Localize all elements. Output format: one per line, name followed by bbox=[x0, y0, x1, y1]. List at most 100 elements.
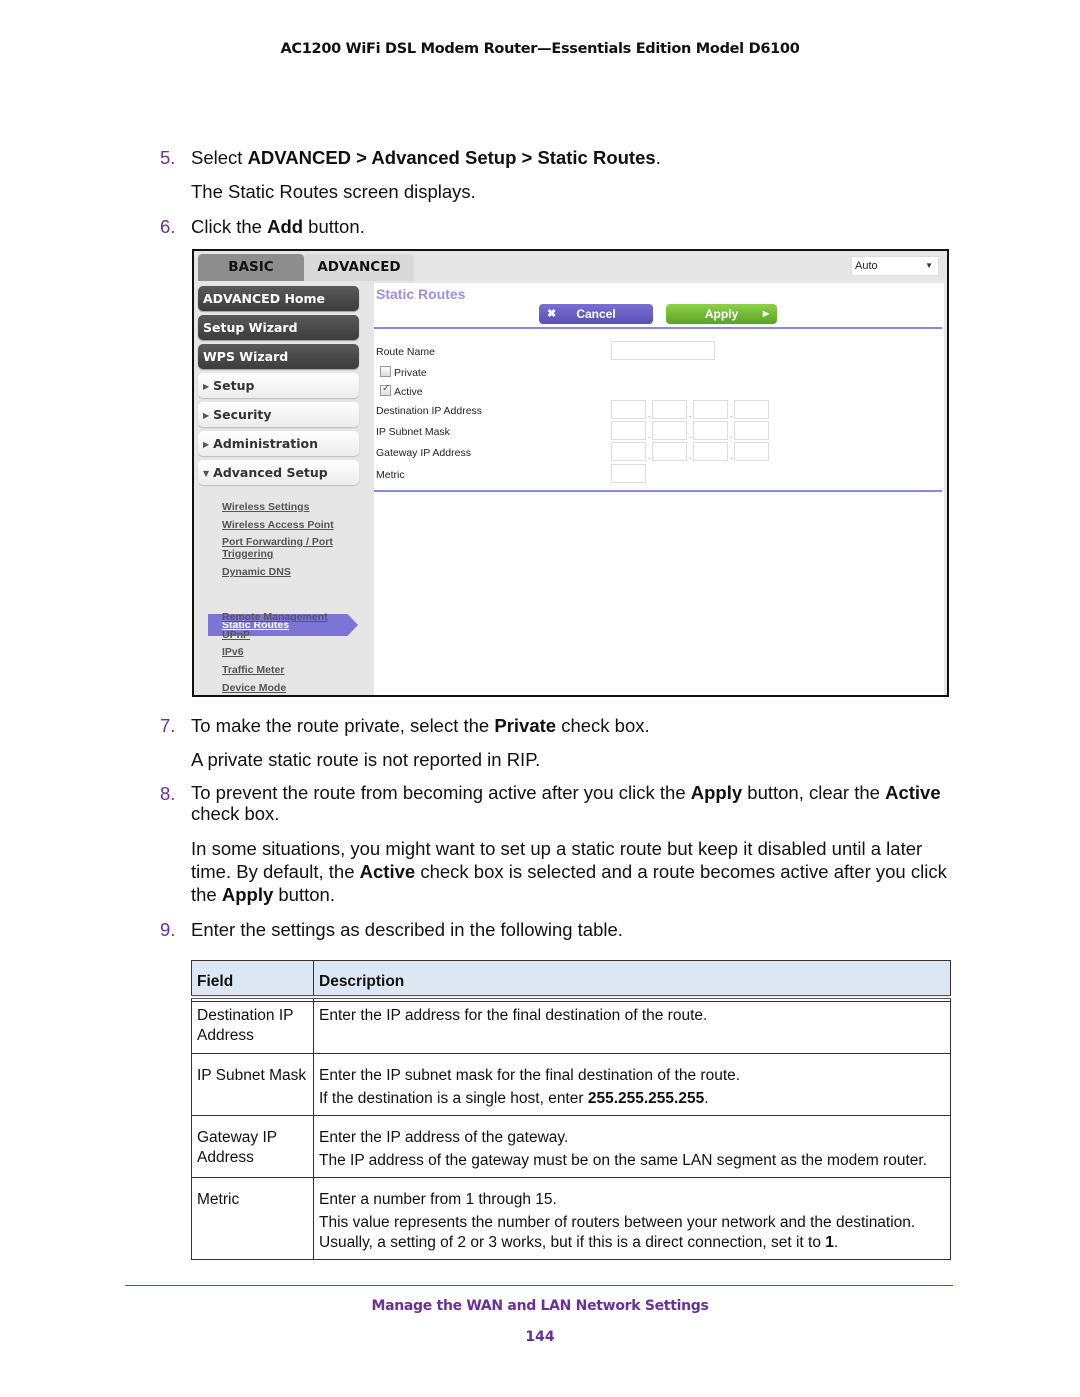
step-text: Enter the settings as described in the f… bbox=[191, 919, 623, 940]
subnet-mask-octet-1[interactable] bbox=[611, 421, 646, 440]
tab-bar: BASIC ADVANCED Auto ▼ bbox=[194, 251, 947, 283]
running-header: AC1200 WiFi DSL Modem Router—Essentials … bbox=[280, 41, 800, 57]
triangle-right-icon: ▶ bbox=[203, 440, 210, 449]
step-number: 9. bbox=[160, 919, 176, 940]
octet-separator: . bbox=[730, 451, 733, 461]
cancel-label: Cancel bbox=[576, 307, 616, 321]
sublink-traffic-meter[interactable]: Traffic Meter bbox=[222, 664, 284, 676]
private-checkbox[interactable] bbox=[380, 366, 391, 377]
subnet-mask-label: IP Subnet Mask bbox=[376, 426, 450, 438]
sublink-device-mode[interactable]: Device Mode bbox=[222, 682, 286, 694]
router-screenshot: BASIC ADVANCED Auto ▼ ADVANCED Home Setu… bbox=[192, 249, 949, 697]
divider bbox=[374, 327, 942, 329]
description-line: This value represents the number of rout… bbox=[319, 1213, 916, 1231]
table-row: Metric Enter a number from 1 through 15.… bbox=[191, 1176, 951, 1260]
language-select[interactable]: Auto ▼ bbox=[851, 256, 939, 276]
step-text-end: check box. bbox=[556, 715, 650, 736]
triangle-down-icon: ▼ bbox=[203, 469, 210, 478]
step-8-note: In some situations, you might want to se… bbox=[191, 837, 961, 906]
step-7-note: A private static route is not reported i… bbox=[191, 749, 541, 770]
gateway-ip-octet-1[interactable] bbox=[611, 442, 646, 461]
destination-ip-octet-1[interactable] bbox=[611, 400, 646, 419]
table-row: Gateway IP Address Enter the IP address … bbox=[191, 1114, 951, 1178]
subnet-mask-octet-2[interactable] bbox=[652, 421, 687, 440]
description-text: If the destination is a single host, ent… bbox=[319, 1089, 588, 1107]
private-label: Private bbox=[394, 367, 427, 379]
sublink-wireless-settings[interactable]: Wireless Settings bbox=[222, 501, 309, 513]
octet-separator: . bbox=[648, 409, 651, 419]
apply-keyword: Apply bbox=[690, 782, 743, 803]
sublink-port-triggering[interactable]: Triggering bbox=[222, 548, 273, 560]
sidebar-wps-wizard[interactable]: WPS Wizard bbox=[198, 344, 359, 369]
subnet-mask-octet-3[interactable] bbox=[693, 421, 728, 440]
description-cell: Enter a number from 1 through 15. This v… bbox=[313, 1176, 951, 1260]
field-cell: Metric bbox=[191, 1176, 314, 1260]
description-line: If the destination is a single host, ent… bbox=[319, 1089, 945, 1109]
active-checkbox[interactable] bbox=[380, 383, 391, 396]
cancel-button[interactable]: ✖ Cancel bbox=[539, 304, 653, 324]
description-line: Usually, a setting of 2 or 3 works, but … bbox=[319, 1233, 945, 1253]
destination-ip-octet-3[interactable] bbox=[693, 400, 728, 419]
subnet-mask-octet-4[interactable] bbox=[734, 421, 769, 440]
octet-separator: . bbox=[730, 409, 733, 419]
section-label: Security bbox=[213, 407, 272, 422]
sidebar-section-setup[interactable]: ▶ Setup bbox=[198, 373, 359, 398]
column-header-field: Field bbox=[191, 960, 314, 999]
field-cell: Destination IP Address bbox=[191, 1000, 314, 1054]
triangle-right-icon: ▶ bbox=[203, 411, 210, 420]
octet-separator: . bbox=[689, 430, 692, 440]
table-row: Destination IP Address Enter the IP addr… bbox=[191, 1000, 951, 1054]
page-number: 144 bbox=[525, 1329, 555, 1345]
sublink-ipv6[interactable]: IPv6 bbox=[222, 646, 244, 658]
sidebar-section-administration[interactable]: ▶ Administration bbox=[198, 431, 359, 456]
apply-button[interactable]: Apply ▶ bbox=[666, 304, 777, 324]
step-text-end: . bbox=[655, 147, 661, 168]
static-routes-panel: Static Routes ✖ Cancel Apply ▶ Route Nam… bbox=[374, 283, 944, 695]
table-header-row: Field Description bbox=[191, 960, 951, 999]
column-header-description: Description bbox=[313, 960, 951, 999]
step-text: To make the route private, select the bbox=[191, 715, 495, 736]
sidebar-section-advanced-setup[interactable]: ▼ Advanced Setup bbox=[198, 460, 359, 485]
divider bbox=[374, 490, 942, 492]
sublink-dynamic-dns[interactable]: Dynamic DNS bbox=[222, 566, 291, 578]
step-number: 8. bbox=[160, 783, 176, 804]
tab-advanced[interactable]: ADVANCED bbox=[304, 254, 414, 281]
route-name-input[interactable] bbox=[611, 341, 715, 360]
description-cell: Enter the IP address for the final desti… bbox=[313, 1000, 951, 1054]
gateway-ip-octet-4[interactable] bbox=[734, 442, 769, 461]
apply-label: Apply bbox=[704, 307, 739, 321]
section-label: Setup bbox=[213, 378, 255, 393]
description-line: Enter the IP subnet mask for the final d… bbox=[319, 1066, 741, 1084]
step-text-end: button. bbox=[303, 216, 365, 237]
octet-separator: . bbox=[648, 430, 651, 440]
sublink-port-forwarding[interactable]: Port Forwarding / Port bbox=[222, 536, 333, 548]
apply-keyword: Apply bbox=[221, 884, 274, 905]
step-text: Click the bbox=[191, 216, 268, 237]
triangle-right-icon: ▶ bbox=[762, 309, 769, 318]
description-text: Usually, a setting of 2 or 3 works, but … bbox=[319, 1233, 826, 1251]
sidebar-setup-wizard[interactable]: Setup Wizard bbox=[198, 315, 359, 340]
sublink-remote-management[interactable]: Remote Management bbox=[222, 611, 328, 623]
octet-separator: . bbox=[648, 451, 651, 461]
gateway-ip-octet-3[interactable] bbox=[693, 442, 728, 461]
sublink-upnp[interactable]: UPnP bbox=[222, 629, 250, 641]
sidebar: ADVANCED Home Setup Wizard WPS Wizard ▶ S… bbox=[194, 283, 374, 695]
metric-input[interactable] bbox=[611, 464, 646, 483]
description-text: . bbox=[833, 1233, 839, 1251]
triangle-right-icon: ▶ bbox=[203, 382, 210, 391]
active-label: Active bbox=[394, 386, 423, 398]
description-text: . bbox=[704, 1089, 709, 1107]
footer-divider bbox=[125, 1285, 953, 1286]
destination-ip-octet-2[interactable] bbox=[652, 400, 687, 419]
destination-ip-octet-4[interactable] bbox=[734, 400, 769, 419]
destination-ip-label: Destination IP Address bbox=[376, 405, 483, 417]
octet-separator: . bbox=[689, 451, 692, 461]
field-cell: IP Subnet Mask bbox=[191, 1052, 314, 1116]
sidebar-section-security[interactable]: ▶ Security bbox=[198, 402, 359, 427]
tab-basic[interactable]: BASIC bbox=[198, 254, 304, 281]
footer-section-title: Manage the WAN and LAN Network Settings bbox=[371, 1298, 709, 1314]
step-text: button, clear the bbox=[742, 782, 886, 803]
sublink-wireless-access-point[interactable]: Wireless Access Point bbox=[222, 519, 334, 531]
gateway-ip-octet-2[interactable] bbox=[652, 442, 687, 461]
sidebar-advanced-home[interactable]: ADVANCED Home bbox=[198, 286, 359, 311]
